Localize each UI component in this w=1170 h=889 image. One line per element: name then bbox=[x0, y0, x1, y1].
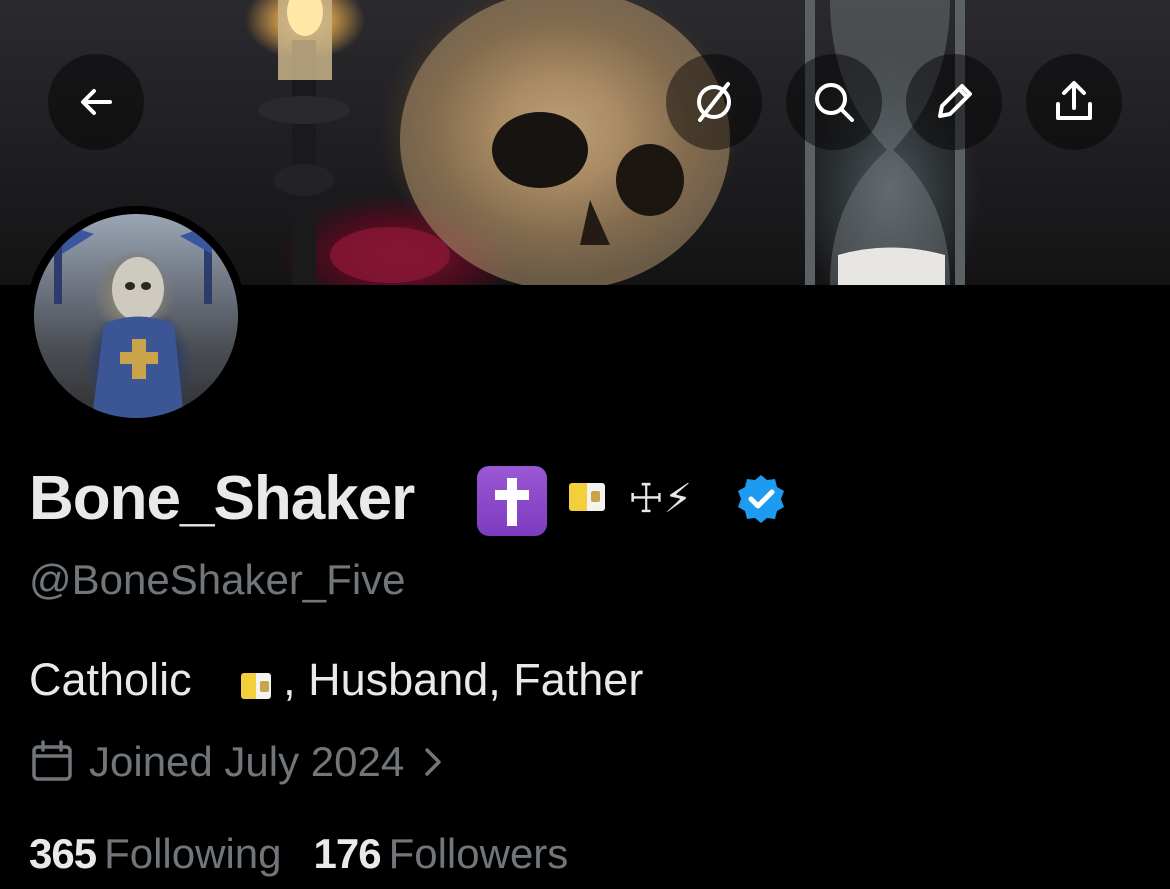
avatar[interactable] bbox=[26, 206, 246, 426]
followers-count: 176 bbox=[313, 830, 382, 877]
slash-circle-icon bbox=[697, 82, 731, 122]
share-button[interactable] bbox=[1026, 54, 1122, 150]
bio: Catholic , Husband, Father bbox=[29, 652, 643, 708]
following-label: Following bbox=[104, 830, 282, 877]
search-button[interactable] bbox=[786, 54, 882, 150]
followers-link[interactable]: 176 Followers bbox=[314, 826, 569, 882]
bio-text-catholic: Catholic bbox=[29, 654, 192, 705]
back-arrow-icon bbox=[81, 89, 112, 115]
back-button[interactable] bbox=[48, 54, 144, 150]
search-icon bbox=[815, 83, 854, 122]
bio-text-rest: , Husband, Father bbox=[283, 654, 644, 705]
grok-button[interactable] bbox=[666, 54, 762, 150]
pencil-icon bbox=[938, 84, 972, 118]
calendar-icon bbox=[32, 740, 72, 781]
joined-date[interactable]: Joined July 2024 bbox=[29, 734, 448, 790]
vatican-flag-emoji bbox=[240, 673, 271, 699]
name-symbols: ☩⚡ bbox=[628, 477, 692, 521]
verified-badge[interactable] bbox=[734, 472, 788, 526]
share-icon bbox=[1056, 81, 1092, 120]
latin-cross-emoji bbox=[477, 466, 547, 536]
joined-text: Joined July 2024 bbox=[89, 738, 405, 785]
edit-button[interactable] bbox=[906, 54, 1002, 150]
vatican-flag-emoji bbox=[569, 483, 605, 511]
chevron-right-icon bbox=[425, 748, 441, 776]
followers-label: Followers bbox=[388, 830, 569, 877]
verified-icon bbox=[738, 475, 784, 523]
user-handle: @BoneShaker_Five bbox=[29, 556, 406, 603]
avatar-image bbox=[34, 214, 238, 418]
display-name: Bone_Shaker bbox=[29, 464, 415, 533]
following-link[interactable]: 365 Following bbox=[29, 826, 282, 882]
following-count: 365 bbox=[29, 830, 97, 877]
follow-stats: 365 Following 176 Followers bbox=[29, 826, 600, 882]
